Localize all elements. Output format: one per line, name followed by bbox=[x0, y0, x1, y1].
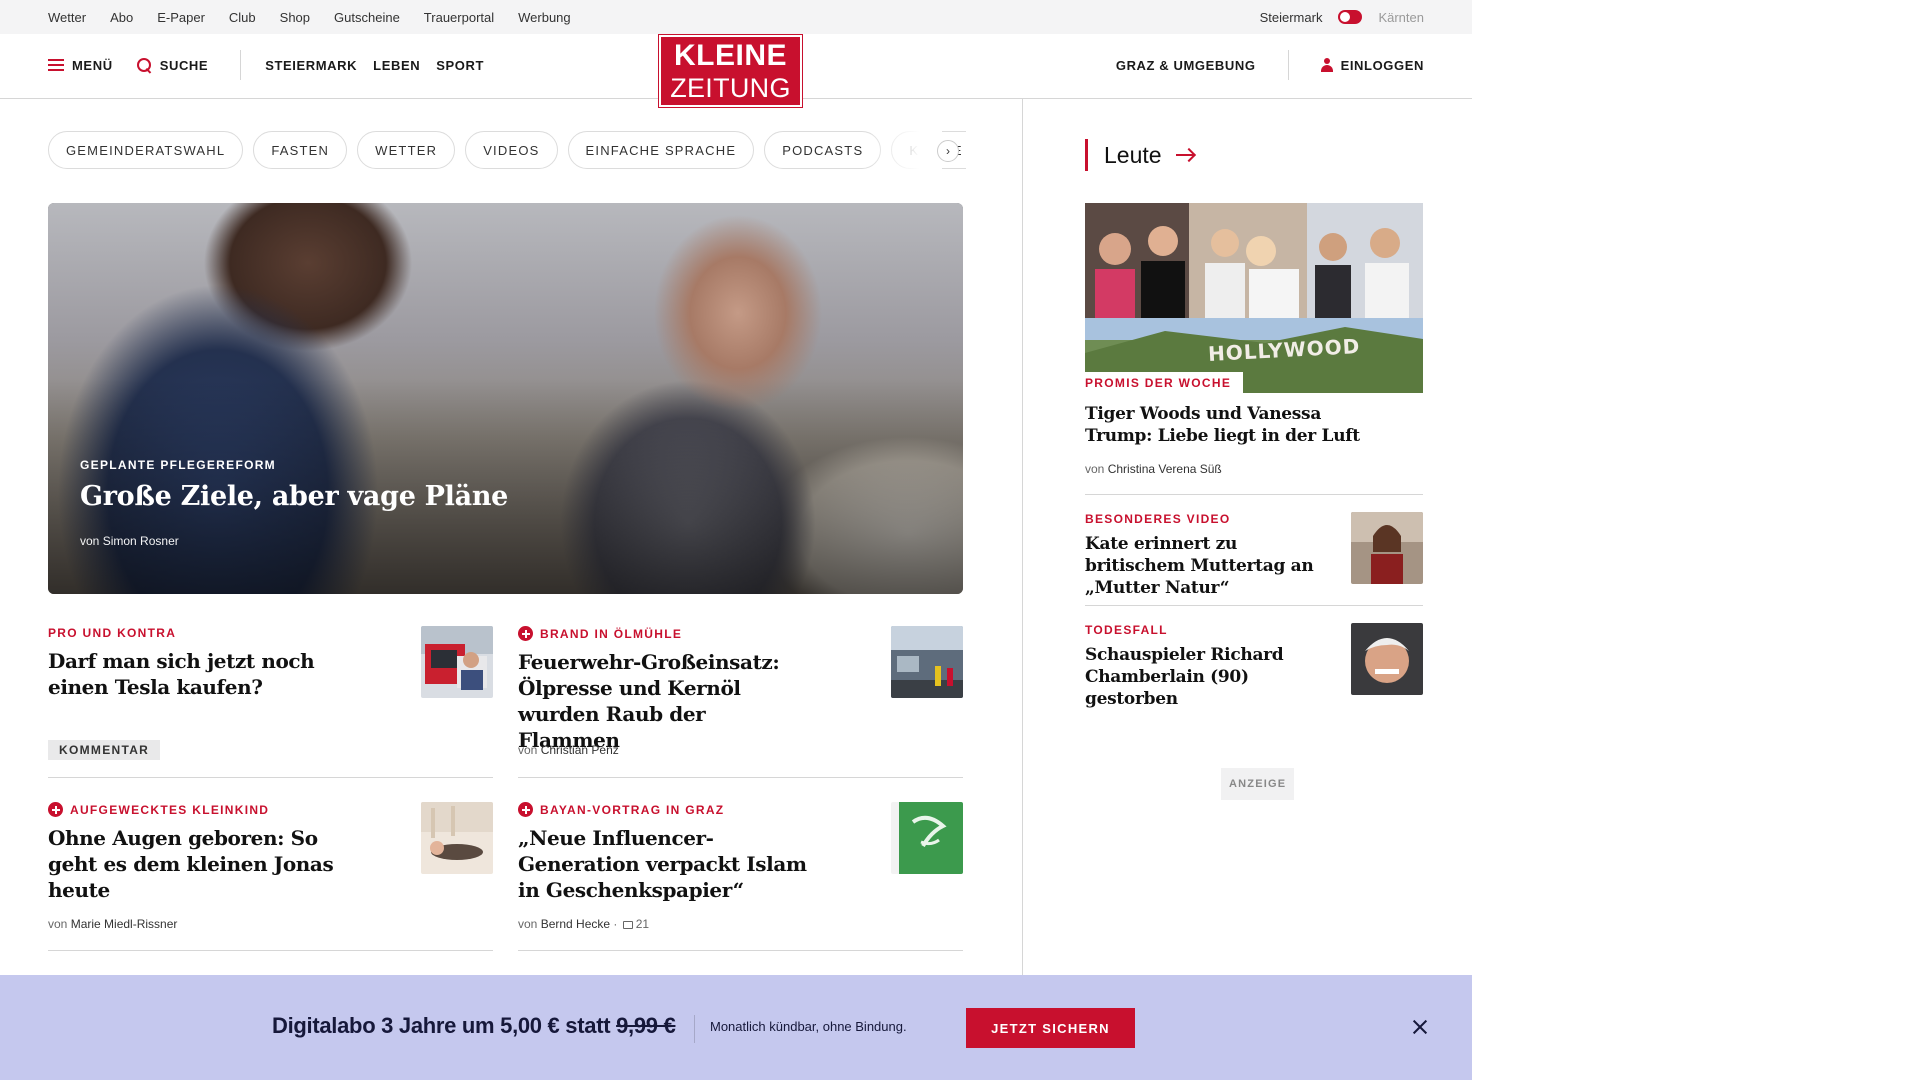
chip-gemeinderatswahl[interactable]: GEMEINDERATSWAHL bbox=[48, 131, 244, 169]
page: Wetter Abo E-Paper Club Shop Gutscheine … bbox=[0, 0, 1472, 1080]
divider bbox=[48, 777, 493, 778]
article-thumbnail[interactable] bbox=[421, 626, 493, 698]
hero-author: von Simon Rosner bbox=[80, 534, 179, 548]
utility-links: Wetter Abo E-Paper Club Shop Gutscheine … bbox=[48, 0, 571, 34]
article-thumbnail[interactable] bbox=[891, 802, 963, 874]
search-label: SUCHE bbox=[159, 57, 209, 73]
feature-kicker: PROMIS DER WOCHE bbox=[1085, 372, 1244, 393]
nav-divider bbox=[240, 50, 242, 80]
comment-count[interactable]: 21 bbox=[636, 917, 649, 931]
chip-wetter[interactable]: WETTER bbox=[357, 131, 456, 169]
menu-button[interactable]: MENÜ bbox=[48, 58, 113, 73]
util-link-epaper[interactable]: E-Paper bbox=[157, 10, 205, 25]
plus-icon bbox=[518, 626, 533, 641]
article-author: von Christian Penz bbox=[518, 743, 619, 757]
region-toggle[interactable] bbox=[1338, 10, 1363, 24]
region-steiermark[interactable]: Steiermark bbox=[1260, 10, 1323, 25]
arrow-right-icon bbox=[1175, 154, 1194, 156]
sidebar-thumbnail[interactable] bbox=[1351, 512, 1423, 584]
divider bbox=[518, 950, 963, 951]
leute-section-link[interactable]: Leute bbox=[1085, 139, 1194, 171]
hamburger-icon bbox=[48, 59, 64, 71]
util-link-club[interactable]: Club bbox=[229, 10, 256, 25]
ad-label: ANZEIGE bbox=[1221, 768, 1295, 800]
hero-title[interactable]: Große Ziele, aber vage Pläne bbox=[80, 481, 508, 512]
login-label: EINLOGGEN bbox=[1340, 57, 1424, 73]
sidebar-kicker: BESONDERES VIDEO bbox=[1085, 512, 1231, 526]
login-button[interactable]: EINLOGGEN bbox=[1320, 57, 1424, 73]
util-link-shop[interactable]: Shop bbox=[280, 10, 310, 25]
article-title[interactable]: Ohne Augen geboren: So geht es dem klein… bbox=[48, 825, 358, 903]
feature-title[interactable]: Tiger Woods und Vanessa Trump: Liebe lie… bbox=[1085, 403, 1375, 447]
topic-chips: GEMEINDERATSWAHL FASTEN WETTER VIDEOS EI… bbox=[48, 131, 966, 171]
hero-kicker: GEPLANTE PFLEGEREFORM bbox=[80, 458, 276, 472]
article-author: von Marie Miedl-Rissner bbox=[48, 917, 178, 931]
chips-fade bbox=[866, 131, 942, 171]
close-icon[interactable] bbox=[1411, 1018, 1429, 1036]
divider bbox=[1085, 494, 1423, 495]
main-header: MENÜ SUCHE STEIERMARK LEBEN SPORT KLEINE… bbox=[0, 34, 1472, 108]
article-title[interactable]: Darf man sich jetzt noch einen Tesla kau… bbox=[48, 648, 348, 700]
plus-icon bbox=[518, 802, 533, 817]
article-thumbnail[interactable] bbox=[891, 626, 963, 698]
chip-podcasts[interactable]: PODCASTS bbox=[764, 131, 882, 169]
user-icon bbox=[1320, 58, 1333, 72]
article-title[interactable]: Feuerwehr-Großeinsatz: Ölpresse und Kern… bbox=[518, 649, 808, 753]
nav-sport[interactable]: SPORT bbox=[436, 58, 484, 73]
empty-area bbox=[1472, 0, 1920, 1080]
site-logo[interactable]: KLEINE ZEITUNG bbox=[658, 34, 803, 108]
hero-text: GEPLANTE PFLEGEREFORM Große Ziele, aber … bbox=[80, 458, 508, 548]
chevron-right-icon[interactable]: › bbox=[937, 140, 959, 162]
region-kaernten[interactable]: Kärnten bbox=[1378, 10, 1424, 25]
util-link-trauerportal[interactable]: Trauerportal bbox=[424, 10, 494, 25]
divider bbox=[48, 950, 493, 951]
article-thumbnail[interactable] bbox=[421, 802, 493, 874]
article-title[interactable]: „Neue Influencer-Generation verpackt Isl… bbox=[518, 825, 808, 903]
logo-line-2: ZEITUNG bbox=[670, 73, 791, 103]
nav-leben[interactable]: LEBEN bbox=[373, 58, 420, 73]
nav-graz-umgebung[interactable]: GRAZ & UMGEBUNG bbox=[1116, 58, 1256, 73]
sidebar-title[interactable]: Kate erinnert zu britischem Muttertag an… bbox=[1085, 533, 1340, 599]
divider bbox=[518, 777, 963, 778]
sidebar-title[interactable]: Schauspieler Richard Chamberlain (90) ge… bbox=[1085, 644, 1340, 710]
chip-einfache-sprache[interactable]: EINFACHE SPRACHE bbox=[567, 131, 755, 169]
column-divider bbox=[1022, 99, 1023, 979]
article-author: von Bernd Hecke · 21 bbox=[518, 917, 650, 931]
subscribe-button[interactable]: JETZT SICHERN bbox=[966, 1008, 1135, 1048]
feature-author: von Christina Verena Süß bbox=[1085, 462, 1222, 476]
section-heading: Leute bbox=[1104, 141, 1162, 168]
promo-divider bbox=[694, 1015, 695, 1043]
nav-steiermark[interactable]: STEIERMARK bbox=[265, 58, 357, 73]
promo-offer: Digitalabo 3 Jahre um 5,00 € statt 9,99 … bbox=[272, 1013, 676, 1038]
secondary-nav: GRAZ & UMGEBUNG EINLOGGEN bbox=[1116, 34, 1424, 96]
subscription-banner: Digitalabo 3 Jahre um 5,00 € statt 9,99 … bbox=[0, 975, 1472, 1080]
util-link-werbung[interactable]: Werbung bbox=[518, 10, 571, 25]
region-switch: Steiermark Kärnten bbox=[1260, 0, 1424, 34]
hero-teaser[interactable]: GEPLANTE PFLEGEREFORM Große Ziele, aber … bbox=[48, 203, 963, 594]
search-icon bbox=[136, 57, 152, 73]
primary-nav: MENÜ SUCHE STEIERMARK LEBEN SPORT bbox=[48, 34, 484, 96]
sidebar-kicker: TODESFALL bbox=[1085, 623, 1168, 637]
search-button[interactable]: SUCHE bbox=[136, 57, 209, 73]
feature-image[interactable] bbox=[1085, 203, 1423, 393]
chip-fasten[interactable]: FASTEN bbox=[253, 131, 348, 169]
logo-line-1: KLEINE bbox=[673, 39, 787, 72]
sidebar-thumbnail[interactable] bbox=[1351, 623, 1423, 695]
nav-divider-right bbox=[1287, 50, 1289, 80]
divider bbox=[1085, 605, 1423, 606]
utility-bar: Wetter Abo E-Paper Club Shop Gutscheine … bbox=[0, 0, 1472, 34]
util-link-gutscheine[interactable]: Gutscheine bbox=[334, 10, 400, 25]
comment-icon bbox=[622, 921, 633, 929]
comment-badge: KOMMENTAR bbox=[48, 740, 161, 760]
plus-icon bbox=[48, 802, 63, 817]
promo-subtext: Monatlich kündbar, ohne Bindung. bbox=[710, 1019, 907, 1034]
chip-videos[interactable]: VIDEOS bbox=[465, 131, 558, 169]
util-link-wetter[interactable]: Wetter bbox=[48, 10, 86, 25]
old-price: 9,99 € bbox=[616, 1013, 676, 1038]
menu-label: MENÜ bbox=[72, 57, 113, 73]
util-link-abo[interactable]: Abo bbox=[110, 10, 133, 25]
